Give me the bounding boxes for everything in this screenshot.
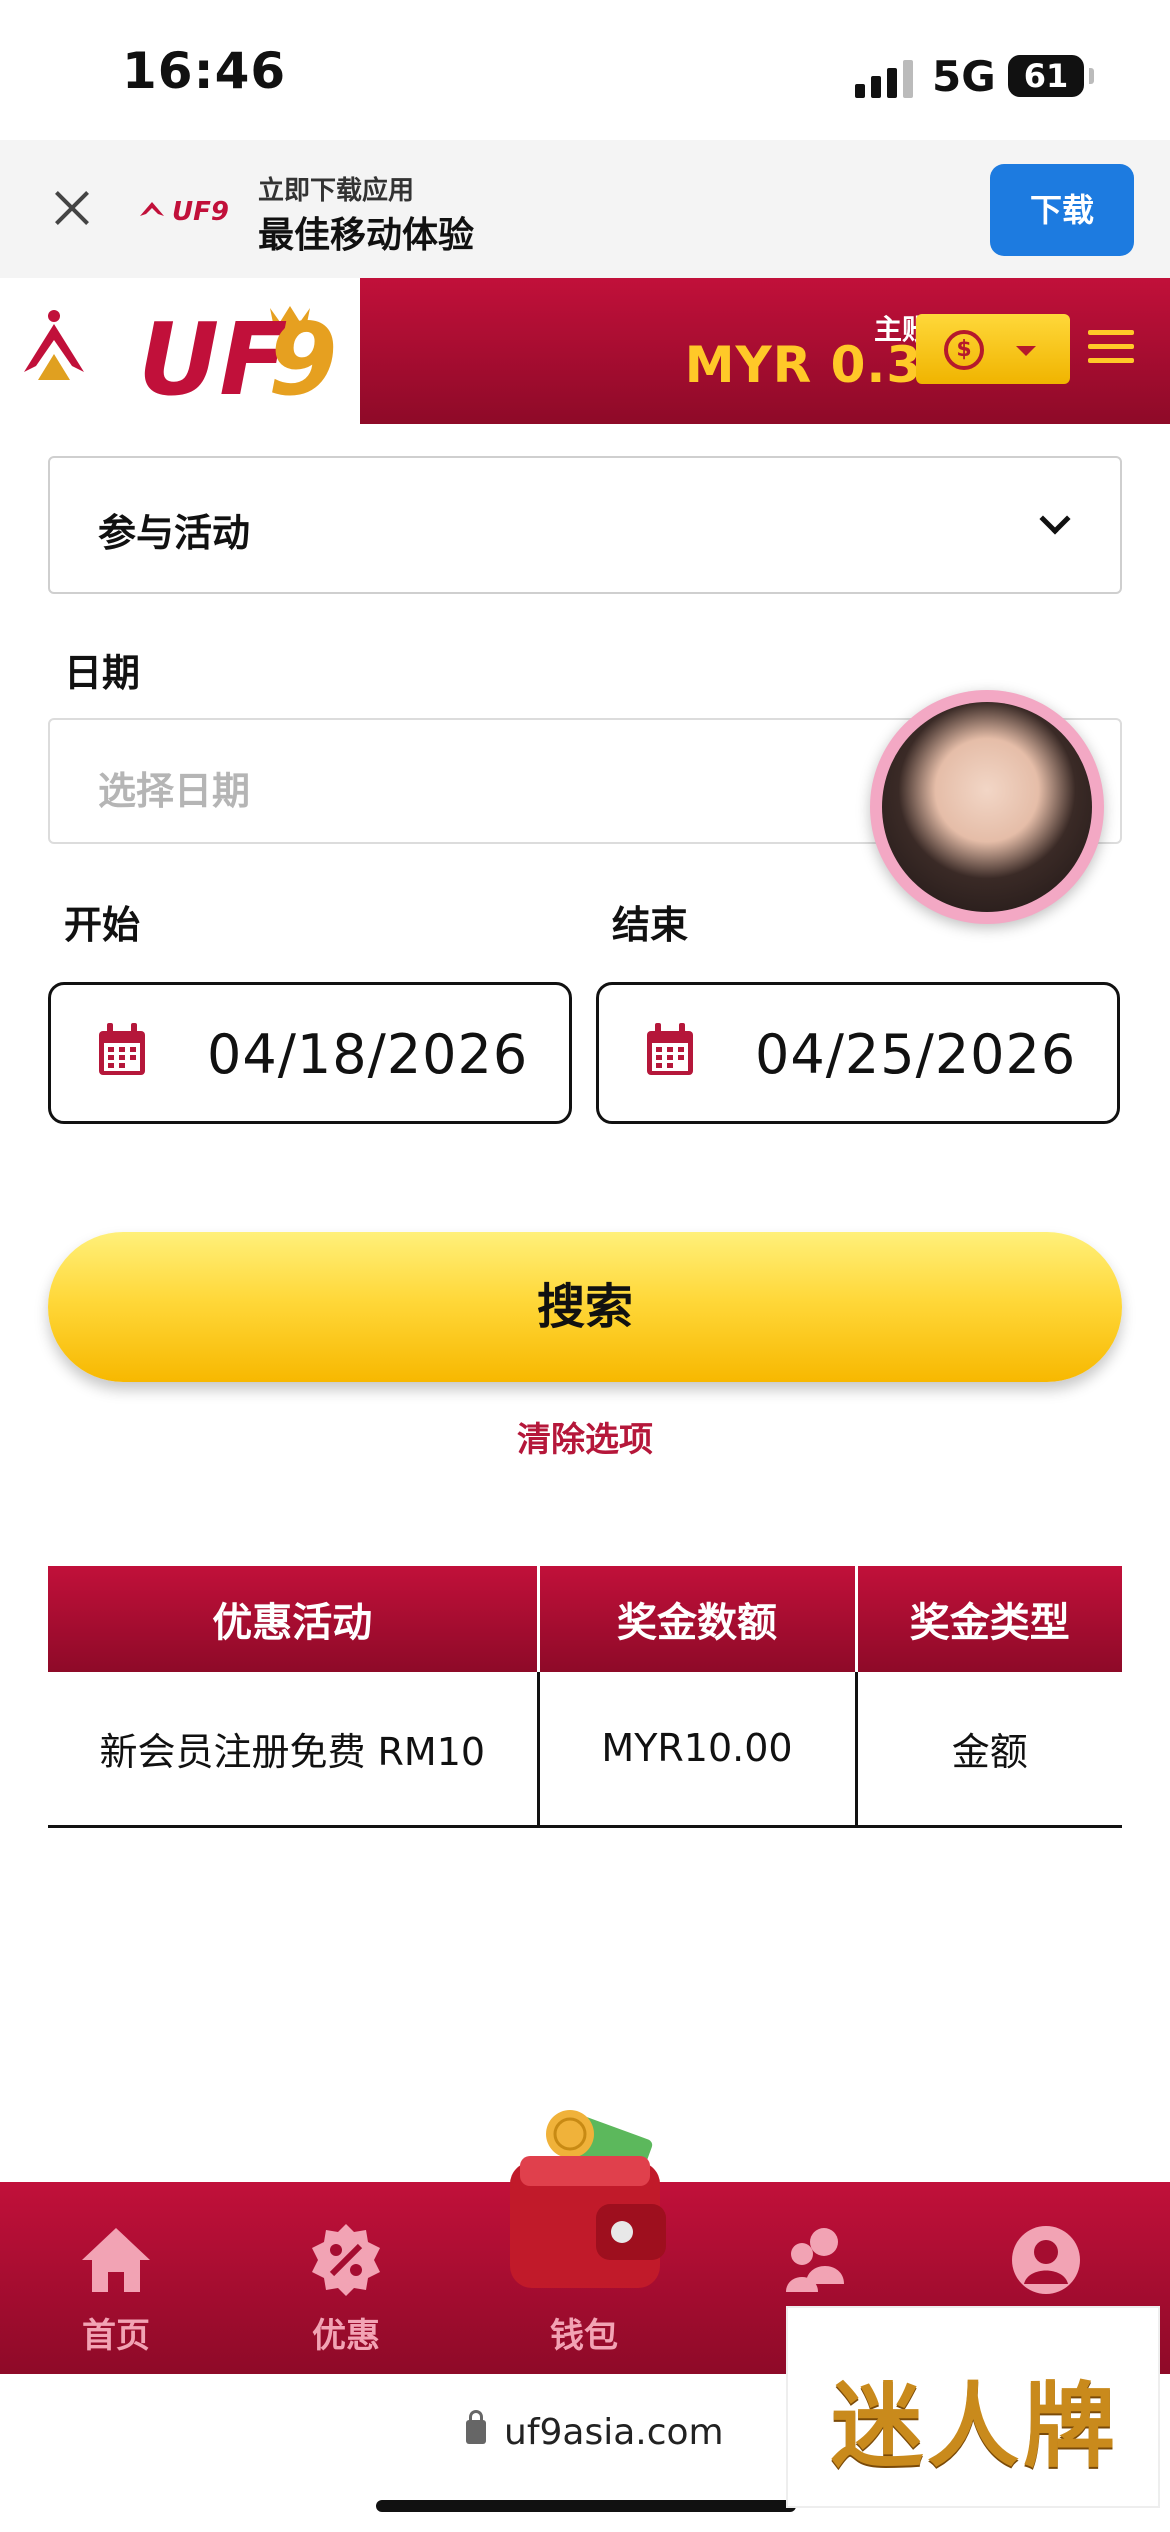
watermark-text: 迷人牌	[830, 2372, 1119, 2480]
battery-icon: 61	[1008, 55, 1094, 97]
download-button[interactable]: 下载	[990, 164, 1134, 256]
end-date-value: 04/25/2026	[755, 1023, 1077, 1086]
wallet-icon[interactable]	[496, 2108, 676, 2298]
caret-down-icon	[1016, 346, 1036, 356]
clear-options-link[interactable]: 清除选项	[0, 1412, 1170, 1461]
start-date-value: 04/18/2026	[207, 1023, 529, 1086]
start-date-field[interactable]: 04/18/2026	[48, 982, 572, 1124]
column-header: 奖金类型	[856, 1566, 1122, 1672]
avatar-image	[882, 702, 1092, 912]
activity-select-value: 参与活动	[98, 511, 251, 555]
wallet-dropdown-button[interactable]: $	[916, 314, 1070, 384]
chevron-down-icon	[1039, 503, 1071, 535]
header-logo-digit: 9	[268, 301, 338, 412]
table-cell: MYR10.00	[538, 1672, 858, 1828]
nav-label: 优惠	[312, 2316, 380, 2356]
column-header: 优惠活动	[48, 1566, 540, 1672]
watermark-overlay: 迷人牌	[786, 2306, 1160, 2508]
date-placeholder: 选择日期	[98, 769, 251, 813]
nav-label: 钱包	[550, 2316, 618, 2356]
end-date-label: 结束	[612, 903, 689, 947]
hamburger-menu-icon[interactable]	[1088, 330, 1134, 364]
banner-logo-text: UF9	[172, 197, 229, 227]
close-icon[interactable]	[48, 186, 96, 234]
status-time: 16:46	[122, 42, 287, 100]
referral-icon	[786, 2228, 844, 2292]
url-text: uf9asia.com	[504, 2412, 724, 2453]
table-header-row: 优惠活动 奖金数额 奖金类型	[48, 1566, 1122, 1672]
brand-logo[interactable]: UF 9	[18, 294, 338, 412]
nav-item-promotions[interactable]: 优惠	[266, 2222, 426, 2357]
column-header: 奖金数额	[538, 1566, 858, 1672]
live-chat-avatar[interactable]	[870, 690, 1104, 924]
calendar-icon	[99, 1023, 145, 1075]
percent-badge-icon	[312, 2224, 380, 2296]
site-header: UF 9 主账号 MYR 0.34 $	[0, 278, 1170, 424]
activity-select[interactable]: 参与活动	[48, 456, 1122, 594]
nav-item-home[interactable]: 首页	[36, 2222, 196, 2357]
promotion-table: 优惠活动 奖金数额 奖金类型 新会员注册免费 RM10 MYR10.00 金额	[48, 1566, 1122, 1828]
banner-subtitle: 立即下载应用	[258, 176, 415, 206]
home-indicator[interactable]	[376, 2500, 796, 2512]
search-button[interactable]: 搜索	[48, 1232, 1122, 1382]
nav-label: 首页	[82, 2316, 150, 2356]
start-date-label: 开始	[64, 903, 141, 947]
calendar-icon	[647, 1023, 693, 1075]
profile-icon	[1012, 2226, 1080, 2294]
table-cell: 新会员注册免费 RM10	[48, 1672, 540, 1828]
brand-logo-small: UF9	[140, 197, 229, 227]
app-download-banner: UF9 立即下载应用 最佳移动体验 下载	[0, 140, 1170, 278]
date-label: 日期	[64, 651, 141, 695]
table-cell: 金额	[856, 1672, 1122, 1828]
lock-icon	[466, 2410, 486, 2444]
banner-title: 最佳移动体验	[258, 215, 475, 256]
account-balance: MYR 0.34	[684, 336, 958, 394]
network-type: 5G	[932, 52, 996, 101]
header-logo-text: UF	[138, 301, 288, 412]
signal-icon	[855, 60, 913, 98]
nav-item-profile[interactable]	[966, 2222, 1126, 2308]
coin-exchange-icon: $	[944, 330, 984, 370]
home-icon	[82, 2228, 150, 2292]
table-row: 新会员注册免费 RM10 MYR10.00 金额	[48, 1672, 1122, 1828]
end-date-field[interactable]: 04/25/2026	[596, 982, 1120, 1124]
account-bar: 主账号 MYR 0.34 $	[360, 278, 1170, 424]
status-bar: 16:46 5G 61	[0, 0, 1170, 140]
